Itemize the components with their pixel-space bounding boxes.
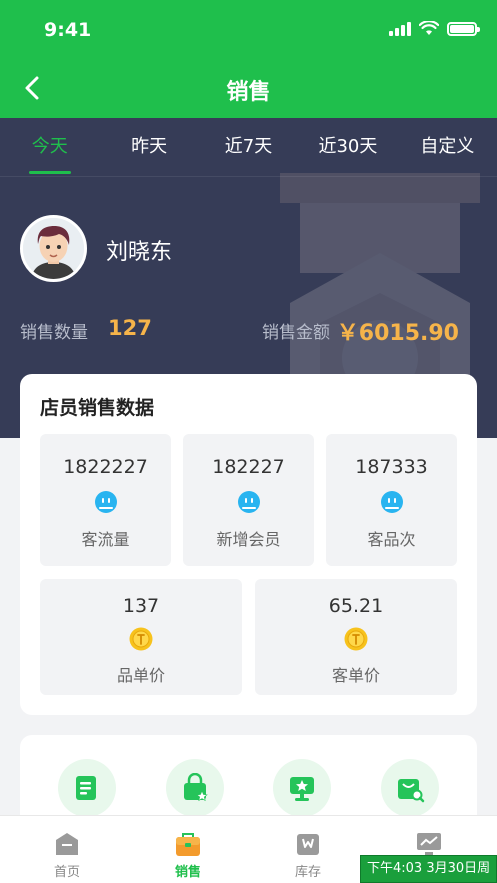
tabbar-label: 首页 (53, 865, 80, 880)
stat-value: 182227 (212, 456, 285, 478)
monitor-chart-icon (417, 833, 441, 855)
staff-sales-card: 店员销售数据 1822227 客流量 182227 新增会员 187333 客品… (20, 374, 477, 715)
tabbar-sales[interactable]: 销售 (143, 816, 233, 883)
home-icon (56, 833, 78, 855)
trophy-icon (290, 777, 314, 801)
tab-yesterday[interactable]: 昨天 (99, 118, 198, 176)
sales-amount-label: 销售金额 (262, 323, 330, 343)
document-icon (76, 776, 96, 800)
face-icon (380, 491, 403, 513)
quick-action-report[interactable] (58, 759, 116, 817)
stat-label: 客流量 (81, 530, 130, 549)
warehouse-icon (297, 834, 319, 855)
stat-value: 137 (122, 595, 160, 617)
stat-label: 客品次 (367, 530, 416, 549)
avatar[interactable] (20, 215, 87, 282)
sales-count-label: 销售数量 (20, 323, 88, 343)
tab-custom[interactable]: 自定义 (398, 118, 497, 176)
card-title: 店员销售数据 (40, 397, 155, 419)
tab-last-30-days[interactable]: 近30天 (298, 118, 397, 176)
status-icons (389, 21, 480, 36)
signal-icon (389, 21, 411, 36)
tabs-divider (0, 176, 497, 177)
stat-unit-price[interactable]: 137 品单价 (40, 579, 242, 695)
tab-today[interactable]: 今天 (0, 118, 99, 176)
tab-last-7-days[interactable]: 近7天 (199, 118, 298, 176)
stat-label: 新增会员 (216, 530, 281, 549)
stat-foot-traffic[interactable]: 1822227 客流量 (40, 434, 171, 566)
bag-star-icon (184, 773, 208, 802)
battery-icon (447, 21, 480, 36)
user-name: 刘晓东 (106, 240, 173, 265)
stat-new-members[interactable]: 182227 新增会员 (183, 434, 314, 566)
coin-icon (344, 627, 368, 651)
quick-action-favorites[interactable] (166, 759, 224, 817)
stat-label: 客单价 (331, 666, 380, 685)
tabbar-label: 销售 (174, 865, 201, 880)
stat-value: 65.21 (328, 595, 384, 617)
status-bar: 9:41 (0, 0, 497, 58)
face-icon (237, 491, 260, 513)
wifi-icon (419, 21, 439, 35)
sales-amount-value: ￥6015.90 (336, 321, 459, 346)
stat-value: 1822227 (63, 456, 148, 478)
tabbar-label: 库存 (294, 865, 321, 880)
status-time: 9:41 (44, 19, 92, 41)
date-range-tabs: 今天 昨天 近7天 近30天 自定义 (0, 118, 497, 176)
stat-value: 187333 (355, 456, 428, 478)
tabbar-home[interactable]: 首页 (22, 816, 112, 883)
stat-items-per-customer[interactable]: 187333 客品次 (326, 434, 457, 566)
system-clock: 下午4:03 3月30日周 (360, 855, 497, 883)
tabbar-inventory[interactable]: 库存 (263, 816, 353, 883)
sales-count-value: 127 (108, 316, 152, 340)
coin-icon (129, 627, 153, 651)
nav-bar: 销售 (0, 58, 497, 118)
bag-search-icon (398, 779, 425, 803)
bag-icon (176, 833, 200, 856)
page-title: 销售 (226, 80, 271, 105)
stat-average-order[interactable]: 65.21 客单价 (255, 579, 457, 695)
stat-label: 品单价 (116, 666, 165, 685)
quick-action-search-goods[interactable] (381, 759, 439, 817)
face-icon (94, 491, 117, 513)
quick-action-ranking[interactable] (273, 759, 331, 817)
